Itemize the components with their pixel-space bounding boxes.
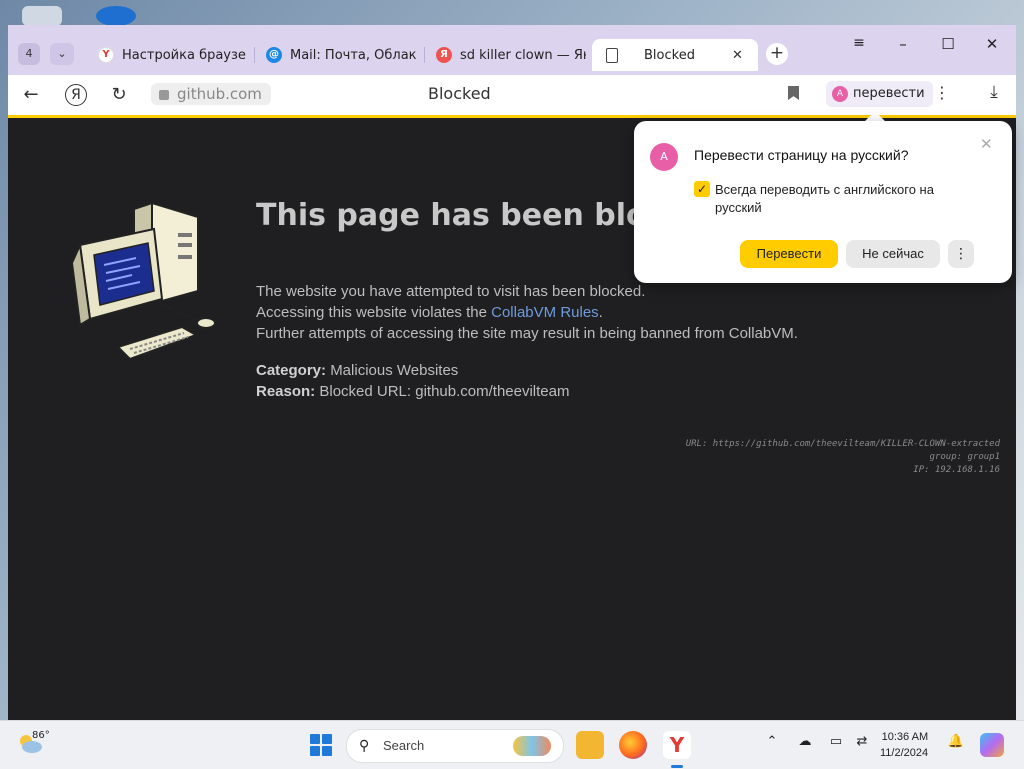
close-popup-icon[interactable]: ✕ [980, 135, 993, 153]
category-value: Malicious Websites [330, 362, 459, 379]
reason-label: Reason: [256, 383, 316, 400]
address-bar: ← Я ↻ github.com Blocked Aперевести ⋮ ⤓ [8, 75, 1016, 118]
hamburger-menu-icon[interactable]: ≡ [844, 35, 874, 51]
reload-icon[interactable]: ↻ [106, 82, 132, 108]
category-label: Category: [256, 362, 327, 379]
translate-popup: A Перевести страницу на русский? ✕ ✓ Все… [634, 121, 1012, 283]
windows-start-icon[interactable] [310, 734, 332, 756]
yandex-home-icon[interactable]: Я [65, 84, 87, 106]
page-icon [606, 47, 618, 63]
weather-temperature[interactable]: 86° [32, 730, 50, 741]
notification-bell-icon[interactable]: 🔔 [946, 734, 966, 749]
yandex-y-icon: Y [98, 47, 114, 63]
display-icon[interactable]: ▭ [826, 734, 846, 749]
ban-warning: Further attempts of accessing the site m… [256, 325, 798, 342]
tab-label: Настройка браузера [122, 47, 246, 63]
onedrive-offline-icon[interactable]: ☁ [795, 734, 815, 749]
network-icon[interactable]: ⇄ [852, 734, 872, 749]
tab-mail[interactable]: @ Mail: Почта, Облако, Календарь [256, 39, 416, 71]
popup-more-icon[interactable]: ⋮ [948, 240, 974, 268]
taskbar: 86° ⚲ Search Y ⌃ ☁ ▭ ⇄ 10:36 AM 11/2/202… [0, 720, 1024, 769]
tab-browser-settings[interactable]: Y Настройка браузера [88, 39, 246, 71]
recycle-bin-icon[interactable] [22, 6, 62, 26]
category-line: Category: Malicious Websites [256, 362, 458, 379]
mail-at-icon: @ [266, 47, 282, 63]
translate-confirm-button[interactable]: Перевести [740, 240, 838, 268]
bookmark-icon[interactable] [788, 86, 799, 100]
download-icon[interactable]: ⤓ [984, 82, 1004, 102]
tab-list-chevron-icon[interactable]: ⌄ [50, 43, 74, 65]
tab-label: Mail: Почта, Облако, Календарь [290, 47, 416, 63]
page-title: Blocked [428, 84, 491, 103]
back-arrow-icon[interactable]: ← [18, 82, 44, 108]
search-placeholder: Search [383, 738, 425, 753]
rules-prefix: Accessing this website violates the [256, 304, 492, 321]
maximize-icon[interactable]: ☐ [933, 35, 963, 53]
close-window-icon[interactable]: ✕ [977, 35, 1007, 53]
search-highlight-icon [513, 736, 551, 756]
yandex-browser-icon[interactable]: Y [663, 731, 691, 759]
tab-blocked[interactable]: Blocked ✕ [592, 39, 758, 71]
tab-label: sd killer clown — Яндекс [460, 47, 586, 63]
yandex-ya-icon: Я [436, 47, 452, 63]
meta-url: URL: https://github.com/theevilteam/KILL… [685, 439, 1000, 449]
tab-label: Blocked [644, 47, 695, 63]
always-translate-checkbox[interactable]: ✓ [694, 181, 710, 197]
taskbar-search[interactable]: ⚲ Search [346, 729, 564, 763]
reason-line: Reason: Blocked URL: github.com/theevilt… [256, 383, 569, 400]
retro-computer-icon [70, 203, 216, 361]
copilot-icon[interactable] [980, 733, 1004, 757]
search-icon: ⚲ [359, 738, 370, 754]
rules-message: Accessing this website violates the Coll… [256, 304, 603, 321]
translate-button[interactable]: Aперевести [826, 81, 933, 107]
new-tab-plus-icon[interactable]: + [766, 43, 788, 65]
tab-bar: 4 ⌄ Y Настройка браузера @ Mail: Почта, … [8, 25, 1016, 75]
lock-icon[interactable] [159, 89, 169, 100]
reason-value: Blocked URL: github.com/theevilteam [319, 383, 570, 400]
always-translate-label: Всегда переводить с английского на русск… [715, 182, 934, 215]
translate-label: перевести [853, 86, 925, 101]
clock-time: 10:36 AM [881, 731, 929, 743]
translate-logo-icon: A [650, 143, 678, 171]
more-menu-icon[interactable]: ⋮ [934, 83, 950, 102]
translate-question: Перевести страницу на русский? [694, 147, 909, 163]
not-now-button[interactable]: Не сейчас [846, 240, 940, 268]
rules-suffix: . [598, 304, 603, 321]
translate-icon: A [832, 85, 848, 102]
tab-divider [424, 47, 425, 63]
clock-date: 11/2/2024 [880, 747, 929, 759]
taskbar-clock[interactable]: 10:36 AM 11/2/2024 [880, 729, 928, 761]
file-explorer-icon[interactable] [576, 731, 604, 759]
collabvm-rules-link[interactable]: CollabVM Rules [491, 304, 599, 321]
tab-count-badge[interactable]: 4 [18, 43, 40, 65]
meta-group: group: group1 [929, 452, 1000, 462]
tab-divider [254, 47, 255, 63]
tray-chevron-icon[interactable]: ⌃ [762, 734, 782, 749]
edge-icon[interactable] [96, 6, 136, 26]
url-field[interactable]: github.com [151, 83, 271, 105]
close-tab-icon[interactable]: ✕ [732, 48, 743, 63]
firefox-icon[interactable] [619, 731, 647, 759]
blocked-message: The website you have attempted to visit … [256, 283, 646, 300]
tab-search-results[interactable]: Я sd killer clown — Яндекс [426, 39, 586, 71]
minimize-icon[interactable]: – [888, 35, 918, 53]
url-text: github.com [177, 85, 262, 103]
meta-ip: IP: 192.168.1.16 [913, 465, 1000, 475]
